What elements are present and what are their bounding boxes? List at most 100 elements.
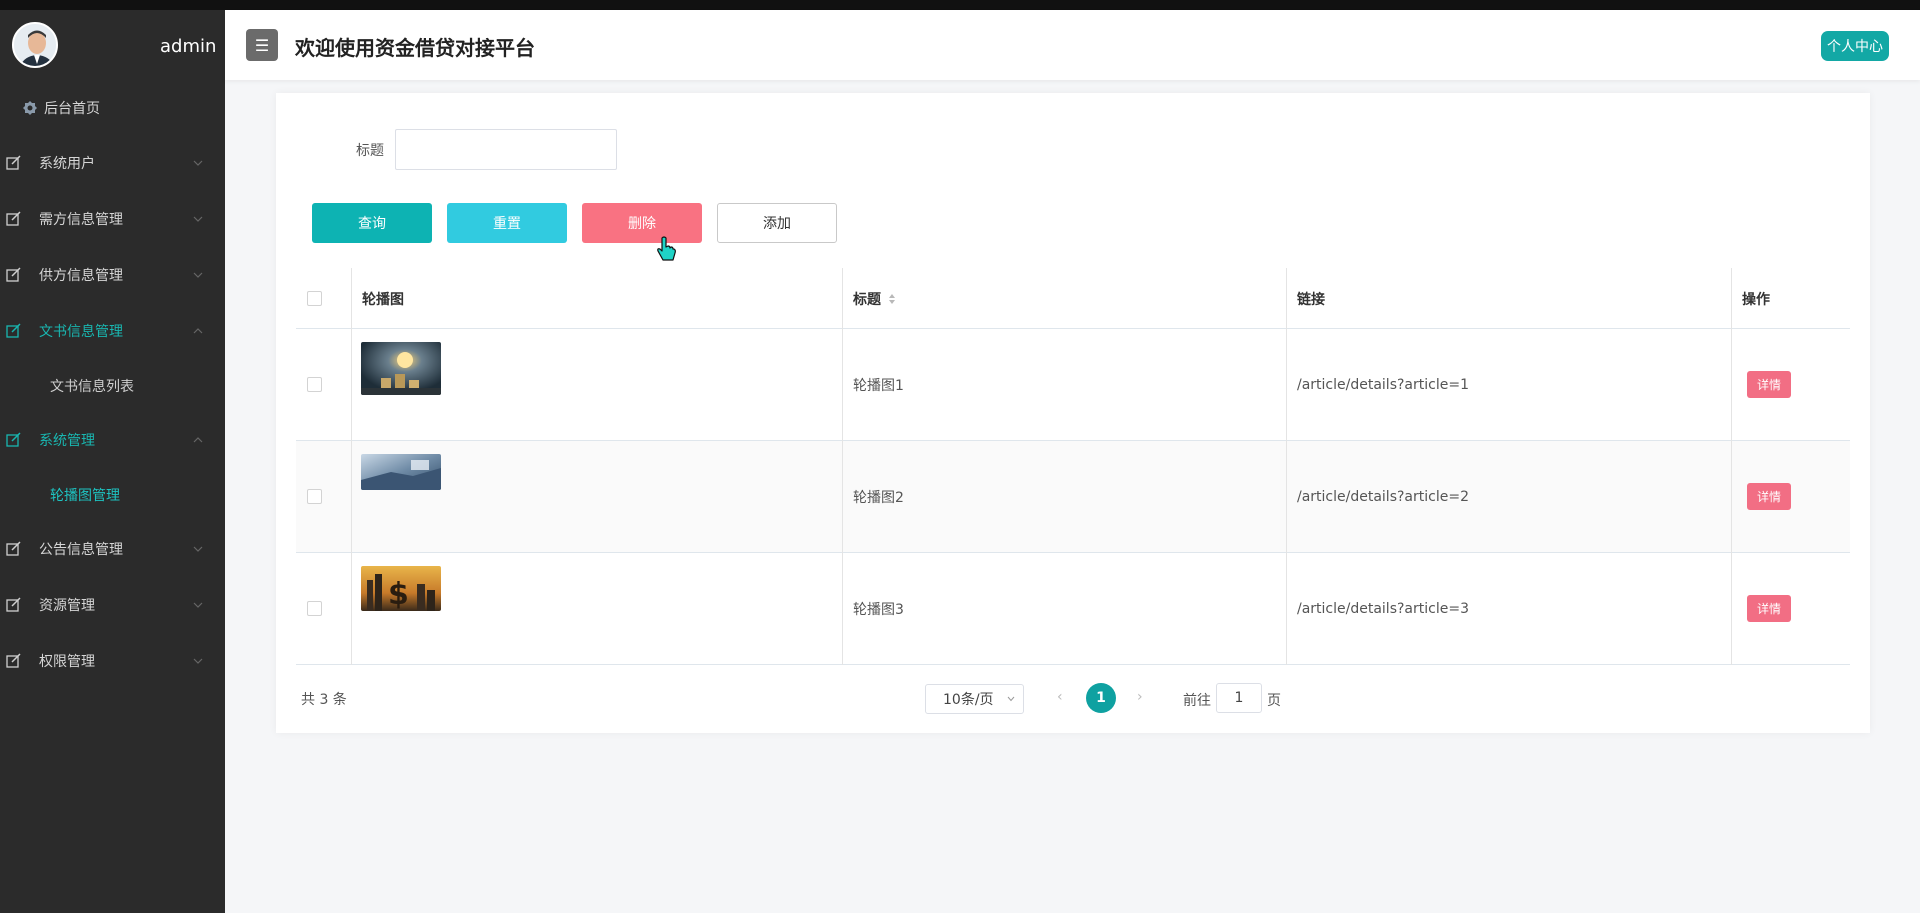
column-divider: [351, 441, 352, 553]
column-divider: [1286, 553, 1287, 665]
goto-page-input[interactable]: 1: [1216, 683, 1262, 713]
table-row: 轮播图1 /article/details?article=1 详情: [296, 329, 1850, 441]
detail-button[interactable]: 详情: [1747, 371, 1791, 398]
sidebar-item-label: 系统管理: [39, 433, 95, 449]
detail-button[interactable]: 详情: [1747, 595, 1791, 622]
chevron-down-icon: [193, 272, 203, 278]
row-select-cell: [296, 441, 322, 552]
column-header-title-label: 标题: [853, 291, 881, 308]
sidebar-user: admin: [0, 10, 225, 80]
column-divider: [842, 441, 843, 553]
carousel-image-3: $: [361, 566, 441, 611]
sidebar-item-system-users[interactable]: 系统用户: [0, 135, 225, 191]
select-all-checkbox[interactable]: [307, 291, 322, 306]
carousel-image-2: [361, 454, 441, 490]
delete-button[interactable]: 删除: [582, 203, 702, 243]
row-actions-cell: 详情: [1731, 329, 1791, 440]
carousel-thumbnail[interactable]: $: [361, 566, 441, 611]
carousel-thumbnail[interactable]: [361, 342, 441, 395]
column-divider: [1731, 553, 1732, 665]
edit-icon: [6, 323, 21, 338]
edit-icon: [6, 597, 21, 612]
sidebar-menu: 后台首页 系统用户 需方信息管理 供方信息管理 文书信息管理 文书信息列表 系统…: [0, 80, 225, 689]
row-select-cell: [296, 329, 322, 440]
row-title: 轮播图3: [853, 601, 904, 618]
row-select-cell: [296, 553, 322, 664]
column-divider: [1731, 268, 1732, 329]
avatar-image: [14, 24, 56, 66]
page-title: 欢迎使用资金借贷对接平台: [295, 36, 535, 60]
sidebar-item-announcement-info[interactable]: 公告信息管理: [0, 521, 225, 577]
edit-icon: [6, 155, 21, 170]
query-button[interactable]: 查询: [312, 203, 432, 243]
sidebar-item-resource-management[interactable]: 资源管理: [0, 577, 225, 633]
row-link: /article/details?article=2: [1297, 488, 1469, 505]
sidebar-item-label: 后台首页: [44, 100, 100, 117]
sidebar-item-demand-info[interactable]: 需方信息管理: [0, 191, 225, 247]
row-title: 轮播图1: [853, 377, 904, 394]
next-page-button[interactable]: ›: [1137, 689, 1143, 705]
row-checkbox[interactable]: [307, 377, 322, 392]
sidebar-item-label: 供方信息管理: [39, 268, 123, 284]
carousel-table: 轮播图 标题 链接 操作 轮播图1 /article/details?artic…: [296, 268, 1850, 665]
sidebar-username: admin: [160, 36, 217, 57]
sidebar-item-label: 需方信息管理: [39, 212, 123, 228]
column-header-image: 轮播图: [362, 291, 404, 308]
chevron-down-icon: [193, 602, 203, 608]
column-header-actions: 操作: [1742, 291, 1770, 308]
sidebar-item-label: 文书信息管理: [39, 324, 123, 340]
sidebar-subitem-carousel-management[interactable]: 轮播图管理: [0, 468, 225, 521]
column-divider: [842, 329, 843, 441]
carousel-thumbnail[interactable]: [361, 454, 441, 490]
column-divider: [1286, 441, 1287, 553]
reset-button[interactable]: 重置: [447, 203, 567, 243]
title-filter-input[interactable]: [395, 129, 617, 170]
column-divider: [1731, 329, 1732, 441]
sidebar-item-supply-info[interactable]: 供方信息管理: [0, 247, 225, 303]
sidebar: admin 后台首页 系统用户 需方信息管理 供方信息管理 文书信息管理 文书信…: [0, 10, 225, 913]
column-divider: [1731, 441, 1732, 553]
row-title: 轮播图2: [853, 489, 904, 506]
column-divider: [1286, 268, 1287, 329]
carousel-image-1: [361, 342, 441, 395]
column-divider: [351, 553, 352, 665]
content-card: 标题 查询 重置 删除 添加 轮播图 标题 链接 操作 轮播图1 /articl…: [276, 93, 1870, 733]
row-checkbox[interactable]: [307, 489, 322, 504]
detail-button[interactable]: 详情: [1747, 483, 1791, 510]
sidebar-item-permission-management[interactable]: 权限管理: [0, 633, 225, 689]
menu-toggle-icon[interactable]: ☰: [246, 29, 278, 61]
edit-icon: [6, 211, 21, 226]
page-size-value: 10条/页: [943, 692, 994, 708]
column-divider: [351, 268, 352, 329]
sidebar-item-home[interactable]: 后台首页: [0, 80, 225, 135]
chevron-down-icon: [193, 658, 203, 664]
gear-icon: [23, 100, 37, 115]
sidebar-subitem-document-list[interactable]: 文书信息列表: [0, 359, 225, 412]
chevron-down-icon: [193, 160, 203, 166]
pagination-total: 共 3 条: [301, 692, 347, 708]
edit-icon: [6, 267, 21, 282]
sidebar-item-label: 公告信息管理: [39, 542, 123, 558]
chevron-down-icon: [193, 546, 203, 552]
add-button[interactable]: 添加: [717, 203, 837, 243]
row-checkbox[interactable]: [307, 601, 322, 616]
sidebar-item-system-management[interactable]: 系统管理: [0, 412, 225, 468]
page-number-current[interactable]: 1: [1086, 683, 1116, 713]
title-filter-label: 标题: [356, 143, 384, 159]
page-size-select[interactable]: 10条/页: [925, 684, 1024, 714]
sidebar-item-label: 系统用户: [39, 156, 95, 172]
column-divider: [1286, 329, 1287, 441]
svg-text:$: $: [388, 577, 409, 611]
column-header-title[interactable]: 标题: [842, 268, 1287, 329]
profile-button[interactable]: 个人中心: [1821, 31, 1889, 61]
hand-cursor-icon: [657, 236, 676, 261]
column-divider: [351, 329, 352, 441]
row-link: /article/details?article=1: [1297, 376, 1469, 393]
window-top-strip: [0, 0, 1920, 10]
table-header: 轮播图 标题 链接 操作: [296, 268, 1850, 329]
avatar[interactable]: [12, 22, 58, 68]
prev-page-button[interactable]: ‹: [1057, 689, 1063, 705]
sort-icon[interactable]: [887, 292, 897, 306]
edit-icon: [6, 653, 21, 668]
sidebar-item-document-info[interactable]: 文书信息管理: [0, 303, 225, 359]
